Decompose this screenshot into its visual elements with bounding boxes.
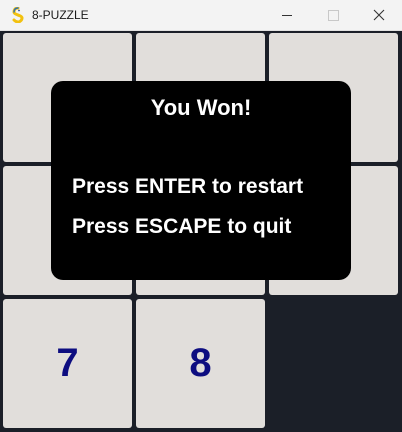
win-message: You Won! <box>150 95 252 120</box>
win-overlay: You Won! Press ENTER to restart Press ES… <box>51 81 351 280</box>
window-title: 8-PUZZLE <box>32 8 89 22</box>
close-icon <box>373 9 385 21</box>
minimize-icon <box>282 14 292 16</box>
maximize-icon <box>327 9 339 21</box>
quit-instruction: Press ESCAPE to quit <box>72 215 292 238</box>
game-window: 8-PUZZLE 1 2 3 4 5 6 7 8 You Won! Press … <box>0 0 402 432</box>
title-bar[interactable]: 8-PUZZLE <box>0 0 402 31</box>
restart-instruction: Press ENTER to restart <box>72 175 304 198</box>
minimize-button[interactable] <box>264 0 310 30</box>
maximize-button[interactable] <box>310 0 356 30</box>
close-button[interactable] <box>356 0 402 30</box>
tile-8[interactable]: 8 <box>136 299 265 428</box>
pygame-snake-icon <box>12 7 24 23</box>
tile-7[interactable]: 7 <box>3 299 132 428</box>
